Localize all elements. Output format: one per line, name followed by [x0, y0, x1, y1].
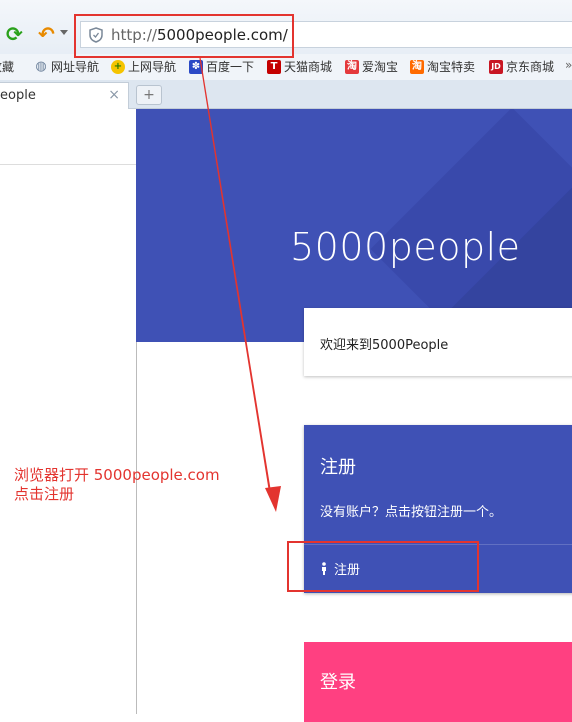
annotation-arrow: [199, 57, 281, 512]
arrow-line: [199, 57, 272, 499]
arrow-head: [265, 486, 281, 512]
